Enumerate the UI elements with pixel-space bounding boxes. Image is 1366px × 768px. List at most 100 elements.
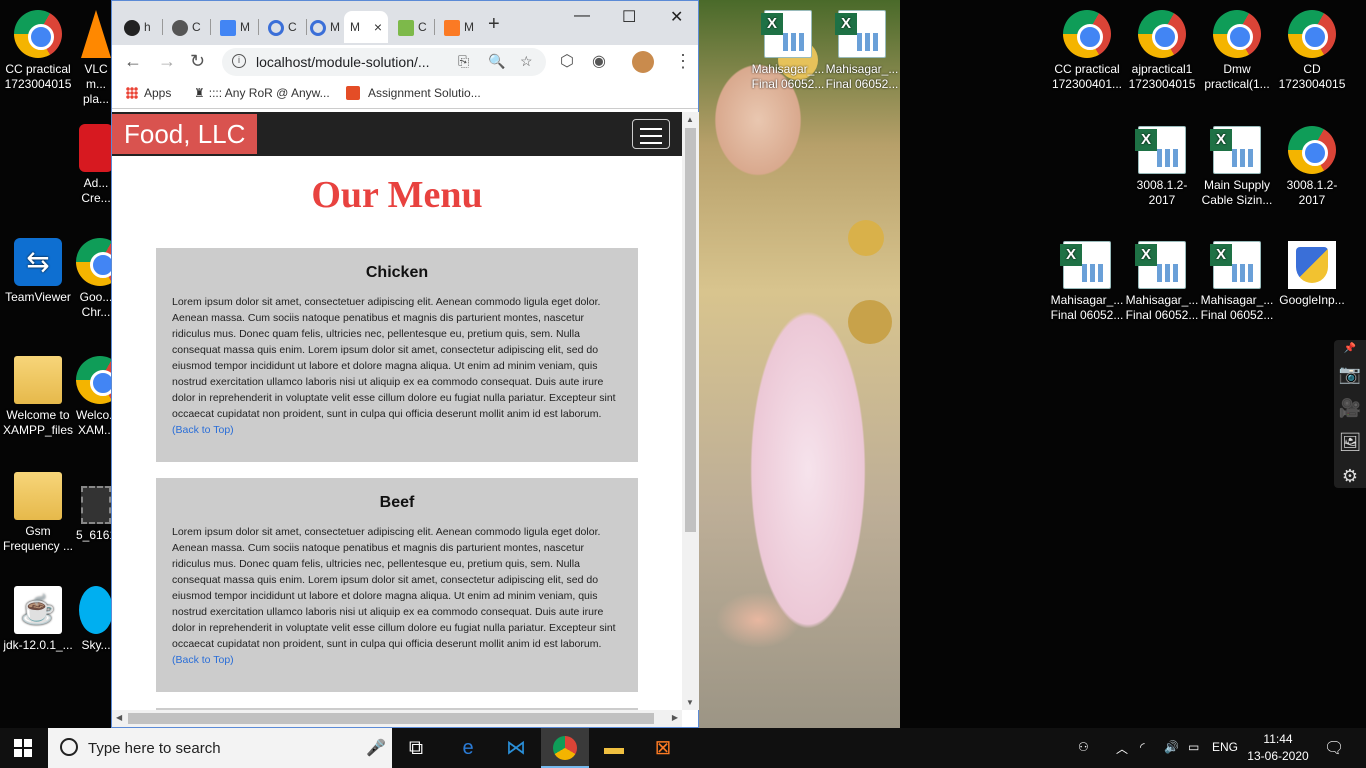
teamviewer-icon — [14, 238, 62, 286]
address-bar[interactable]: i localhost/module-solution/... ⎘ 🔍 ☆ — [222, 48, 546, 76]
desktop-icon-mahisagar-3[interactable]: Mahisagar_... Final 06052... — [1049, 241, 1125, 323]
chrome-icon — [76, 238, 116, 286]
extension-circle-icon[interactable]: ◉ — [592, 51, 606, 71]
bookmark-apps[interactable]: Apps — [126, 86, 171, 100]
hamburger-bar — [640, 142, 662, 144]
desktop-icon-google-input[interactable]: GoogleInp... — [1274, 241, 1350, 308]
desktop-icon-cd[interactable]: CD 1723004015 — [1274, 10, 1350, 92]
battery-icon[interactable]: ▭ — [1188, 740, 1199, 754]
apps-grid-icon — [126, 87, 138, 99]
system-clock[interactable]: 11:44 13-06-2020 — [1242, 731, 1314, 765]
desktop-icon-xampp-files[interactable]: Welcome to XAMPP_files — [0, 356, 76, 438]
tab-link-2[interactable]: M — [304, 11, 344, 43]
desktop-icon-mahisagar-5[interactable]: Mahisagar_... Final 06052... — [1199, 241, 1275, 323]
desktop-icon-3008-chrome[interactable]: 3008.1.2-2017 — [1274, 126, 1350, 208]
edge-icon[interactable]: e — [444, 728, 492, 768]
wifi-icon[interactable]: ◜ — [1140, 740, 1145, 754]
desktop-icon-cc-practical[interactable]: CC practical 1723004015 — [0, 10, 76, 92]
desktop-icon-mahisagar-4[interactable]: Mahisagar_... Final 06052... — [1124, 241, 1200, 323]
zoom-icon[interactable]: 🔍 — [488, 53, 505, 70]
section-body: Lorem ipsum dolor sit amet, consectetuer… — [172, 296, 616, 436]
tray-expand-icon[interactable]: ︿ — [1116, 740, 1128, 757]
close-tab-icon[interactable]: × — [374, 11, 382, 43]
volume-icon[interactable]: 🔊 — [1164, 740, 1179, 754]
maximize-button[interactable]: ☐ — [622, 7, 636, 27]
scroll-right-icon[interactable]: ▶ — [672, 713, 678, 722]
tab-xampp[interactable]: M — [438, 11, 478, 43]
vertical-scrollbar[interactable]: ▲ ▼ — [682, 112, 699, 710]
scroll-thumb[interactable] — [128, 713, 654, 724]
tab-link-1[interactable]: C — [262, 11, 302, 43]
close-window-button[interactable]: ✕ — [670, 7, 683, 27]
hamburger-menu-button[interactable] — [632, 119, 670, 149]
tab-globe[interactable]: C — [166, 11, 206, 43]
microphone-icon[interactable]: 🎤 — [366, 738, 386, 758]
notification-icon[interactable]: 🗨 — [1324, 738, 1344, 758]
desktop-icon-jdk[interactable]: jdk-12.0.1_... — [0, 586, 76, 653]
tab-github[interactable]: h — [118, 11, 158, 43]
explorer-icon[interactable]: ▬ — [590, 728, 638, 768]
xampp-taskbar-icon[interactable]: ⊠ — [639, 728, 687, 768]
profile-avatar[interactable] — [632, 51, 654, 73]
desktop-icon-mahisagar-1[interactable]: Mahisagar_... Final 06052... — [750, 10, 826, 92]
new-tab-button[interactable]: + — [488, 13, 500, 36]
bookmark-assignment[interactable]: Assignment Solutio... — [346, 86, 481, 100]
desktop-icon-main-supply[interactable]: Main Supply Cable Sizin... — [1199, 126, 1275, 208]
desktop-icon-3008-excel[interactable]: 3008.1.2-2017 — [1124, 126, 1200, 208]
pin-icon[interactable]: 📌 — [1334, 342, 1366, 356]
desktop-icon-welcome-xampp[interactable]: Welco... XAM... — [76, 356, 116, 438]
scroll-down-icon[interactable]: ▼ — [686, 698, 694, 707]
desktop-icon-ajpractical[interactable]: ajpractical1 1723004015 — [1124, 10, 1200, 92]
scroll-thumb[interactable] — [685, 128, 696, 532]
capture-side-toolbar: 📌 📷 🎥 🖼 ⚙ — [1334, 340, 1366, 488]
extension-cube-icon[interactable]: ⬡ — [560, 51, 574, 71]
back-to-top-link[interactable]: (Back to Top) — [172, 654, 234, 666]
desktop-icon-skype[interactable]: Sky... — [76, 586, 116, 653]
back-to-top-link[interactable]: (Back to Top) — [172, 424, 234, 436]
excel-icon — [835, 10, 886, 58]
desktop-icon-google-chrome[interactable]: Goo... Chr... — [76, 238, 116, 320]
desktop-icon-teamviewer[interactable]: TeamViewer — [0, 238, 76, 305]
tab-active[interactable]: M × — [344, 11, 388, 43]
desktop-icon-gsm-frequency[interactable]: Gsm Frequency ... — [0, 472, 76, 554]
reload-icon[interactable]: ↻ — [190, 51, 205, 72]
translate-icon[interactable]: ⎘ — [458, 53, 469, 70]
scroll-left-icon[interactable]: ◀ — [116, 713, 122, 722]
menu-dots-icon[interactable]: ⋮ — [674, 51, 692, 72]
minimize-button[interactable]: — — [574, 7, 590, 25]
bookmark-any-ror[interactable]: ♜:::: Any RoR @ Anyw... — [194, 86, 330, 100]
taskbar: Type here to search 🎤 ⧉ e ⋈ ▬ ⊠ ⚇ ︿ ◜ 🔊 … — [0, 728, 1366, 768]
taskbar-search[interactable]: Type here to search 🎤 — [48, 728, 392, 768]
vscode-icon[interactable]: ⋈ — [492, 728, 540, 768]
chrome-taskbar-icon[interactable] — [541, 728, 589, 768]
bookmark-star-icon[interactable]: ☆ — [520, 53, 533, 70]
brand-logo[interactable]: Food, LLC — [112, 114, 258, 154]
folder-icon — [14, 356, 62, 404]
desktop-icon-dmw-practical[interactable]: Dmw practical(1... — [1199, 10, 1275, 92]
back-icon[interactable]: ← — [124, 51, 142, 72]
tab-w3[interactable]: C — [392, 11, 432, 43]
scroll-up-icon[interactable]: ▲ — [686, 115, 694, 124]
camera-icon[interactable]: 📷 — [1334, 358, 1366, 390]
tab-docs[interactable]: M — [214, 11, 254, 43]
site-info-icon[interactable]: i — [232, 54, 246, 68]
gallery-icon[interactable]: 🖼 — [1334, 426, 1366, 458]
video-icon[interactable]: 🎥 — [1334, 392, 1366, 424]
desktop-icon-mahisagar-2[interactable]: Mahisagar_... Final 06052... — [824, 10, 900, 92]
language-indicator[interactable]: ENG — [1212, 740, 1238, 754]
excel-icon — [761, 10, 812, 58]
windows-start-icon[interactable] — [14, 739, 32, 757]
excel-icon — [1135, 241, 1186, 289]
link-icon — [268, 19, 284, 36]
settings-icon[interactable]: ⚙ — [1334, 460, 1366, 492]
desktop-icon-cc-practical-2[interactable]: CC practical 172300401... — [1049, 10, 1125, 92]
desktop-icon-adobe[interactable]: Ad... Cre... — [76, 124, 116, 206]
docs-icon — [220, 19, 236, 36]
desktop-icon-video[interactable]: 5_6161... — [76, 486, 116, 543]
desktop-icon-vlc[interactable]: VLC m... pla... — [76, 10, 116, 107]
hamburger-bar — [640, 135, 662, 137]
task-view-icon[interactable]: ⧉ — [392, 728, 440, 768]
forward-icon[interactable]: → — [158, 51, 176, 72]
people-icon[interactable]: ⚇ — [1078, 740, 1089, 754]
horizontal-scrollbar[interactable]: ◀ ▶ — [112, 710, 682, 727]
